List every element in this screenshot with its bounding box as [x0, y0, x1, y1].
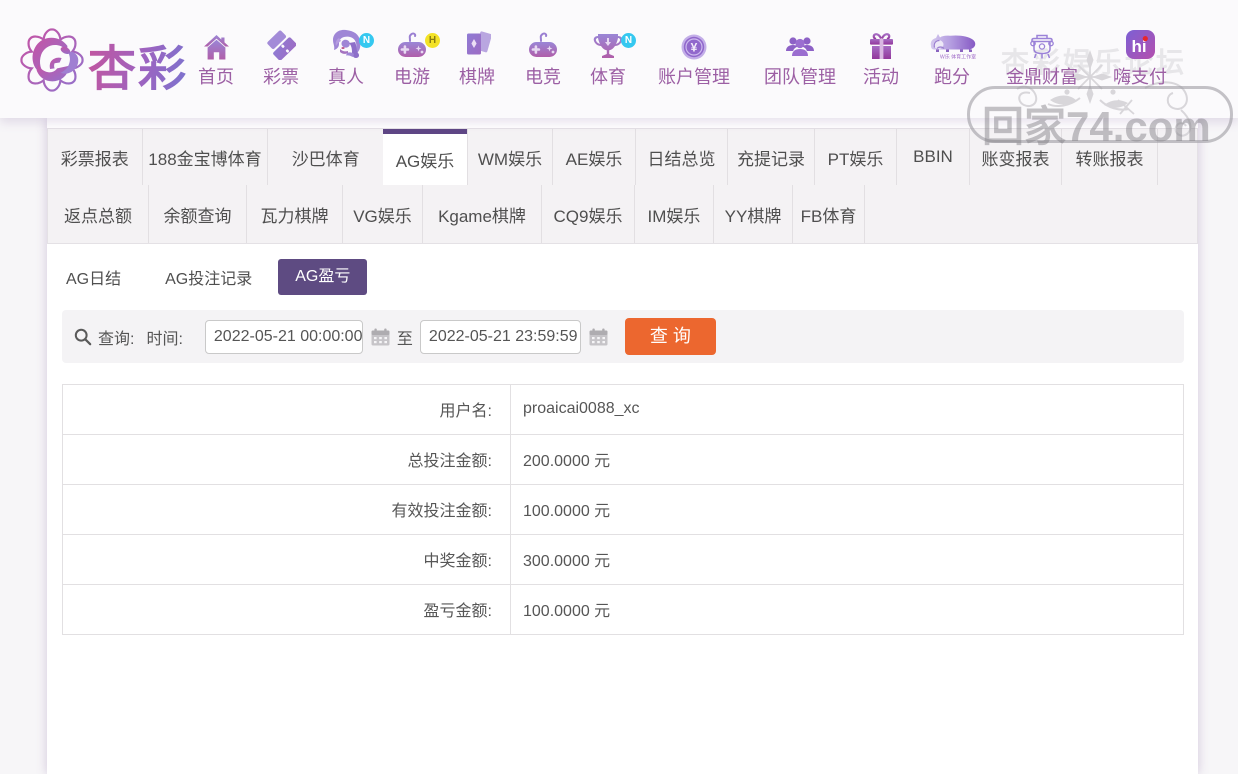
svg-text:¥: ¥ — [691, 41, 698, 55]
svg-text:W乐 体育工作室: W乐 体育工作室 — [940, 54, 976, 61]
